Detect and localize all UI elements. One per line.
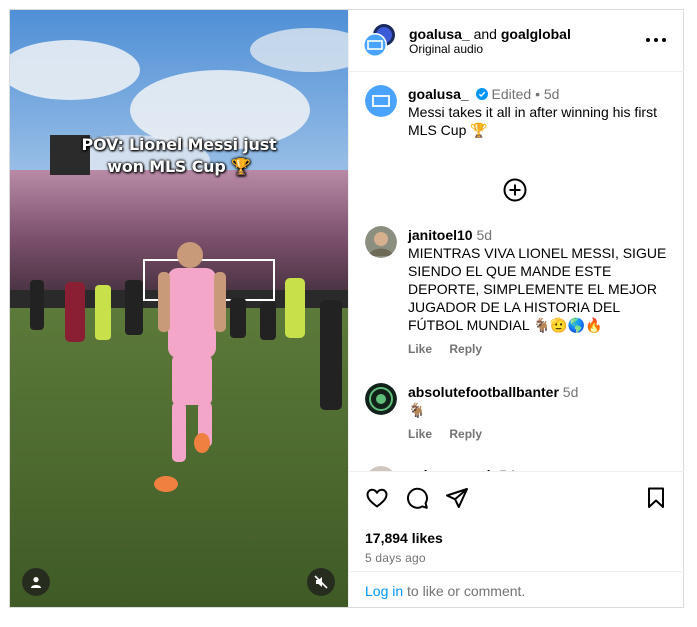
more-options-button[interactable] <box>646 34 666 46</box>
edited-label: Edited <box>491 86 532 102</box>
more-horizontal-icon <box>646 38 650 42</box>
badge-logo-icon <box>365 383 397 415</box>
like-comment-button[interactable]: Like <box>408 427 432 441</box>
login-link[interactable]: Log in <box>365 583 403 599</box>
avatar[interactable] <box>365 383 397 415</box>
account-link-goalusa[interactable]: goalusa_ <box>409 26 470 42</box>
comment-username[interactable]: janitoel10 <box>408 227 473 243</box>
speaker-muted-icon <box>314 575 328 589</box>
overlay-line-2: won MLS Cup 🏆 <box>107 157 251 176</box>
collab-accounts: goalusa_ and goalglobal <box>409 25 571 43</box>
comments-list[interactable]: goalusa_ Edited • 5d Messi takes it all … <box>349 73 684 471</box>
audio-link[interactable]: Original audio <box>409 42 483 56</box>
mute-toggle-button[interactable] <box>307 568 335 596</box>
post-caption: goalusa_ Edited • 5d Messi takes it all … <box>365 85 670 145</box>
comment-actions: Like Reply <box>408 340 670 358</box>
avatar[interactable] <box>365 85 397 117</box>
comment-body: absolutefootballbanter 5d 🐐 Like Reply <box>408 383 670 443</box>
post-footer: 17,894 likes 5 days ago Log in to like o… <box>349 471 684 607</box>
video-overlay-caption: POV: Lionel Messi just won MLS Cup 🏆 <box>10 134 348 178</box>
comment-item: janitoel10 5d MIENTRAS VIVA LIONEL MESSI… <box>365 226 670 361</box>
avatar[interactable] <box>365 226 397 258</box>
like-comment-button[interactable]: Like <box>408 342 432 356</box>
more-dot <box>654 38 658 42</box>
caption-body: goalusa_ Edited • 5d Messi takes it all … <box>408 85 670 139</box>
collab-joiner: and <box>473 26 497 42</box>
reply-comment-button[interactable]: Reply <box>449 427 482 441</box>
post-side-panel: goalusa_ and goalglobal Original audio g… <box>348 10 684 607</box>
tagged-users-button[interactable] <box>22 568 50 596</box>
comment-body: janitoel10 5d MIENTRAS VIVA LIONEL MESSI… <box>408 226 670 358</box>
comment-username[interactable]: absolutefootballbanter <box>408 384 559 400</box>
more-dot <box>662 38 666 42</box>
caption-time[interactable]: 5d <box>544 86 560 102</box>
login-prompt: Log in to like or comment. <box>349 571 684 608</box>
video-player[interactable]: POV: Lionel Messi just won MLS Cup 🏆 <box>10 10 348 607</box>
meta-separator: • <box>535 86 540 102</box>
comment-item: absolutefootballbanter 5d 🐐 Like Reply <box>365 383 670 445</box>
reply-comment-button[interactable]: Reply <box>449 342 482 356</box>
comment-icon[interactable] <box>405 486 429 510</box>
goal-logo-icon <box>365 85 397 117</box>
verified-badge-icon <box>475 88 488 100</box>
bookmark-icon[interactable] <box>644 486 668 510</box>
collab-avatars[interactable] <box>363 23 397 57</box>
comment-time[interactable]: 5d <box>563 384 579 400</box>
account-link-goalglobal[interactable]: goalglobal <box>501 26 571 42</box>
login-prompt-text: to like or comment. <box>403 583 526 599</box>
comment-text: 🐐 <box>408 402 426 418</box>
post-dialog: POV: Lionel Messi just won MLS Cup 🏆 goa… <box>9 9 684 608</box>
comment-text: MIENTRAS VIVA LIONEL MESSI, SIGUE SIENDO… <box>408 245 667 333</box>
profile-photo-icon <box>365 226 397 258</box>
video-frame <box>10 10 348 607</box>
caption-text: Messi takes it all in after winning his … <box>408 104 657 138</box>
user-icon <box>31 577 41 588</box>
share-icon[interactable] <box>445 486 469 510</box>
avatar-goalglobal <box>363 24 395 57</box>
heart-icon[interactable] <box>365 486 389 510</box>
post-date[interactable]: 5 days ago <box>365 551 426 565</box>
comment-time[interactable]: 5d <box>476 227 492 243</box>
comment-actions: Like Reply <box>408 425 670 443</box>
add-circle-icon[interactable] <box>502 177 528 203</box>
likes-count[interactable]: 17,894 likes <box>365 530 443 546</box>
overlay-line-1: POV: Lionel Messi just <box>81 135 277 154</box>
post-header: goalusa_ and goalglobal Original audio <box>349 10 684 72</box>
caption-username[interactable]: goalusa_ <box>408 86 469 102</box>
